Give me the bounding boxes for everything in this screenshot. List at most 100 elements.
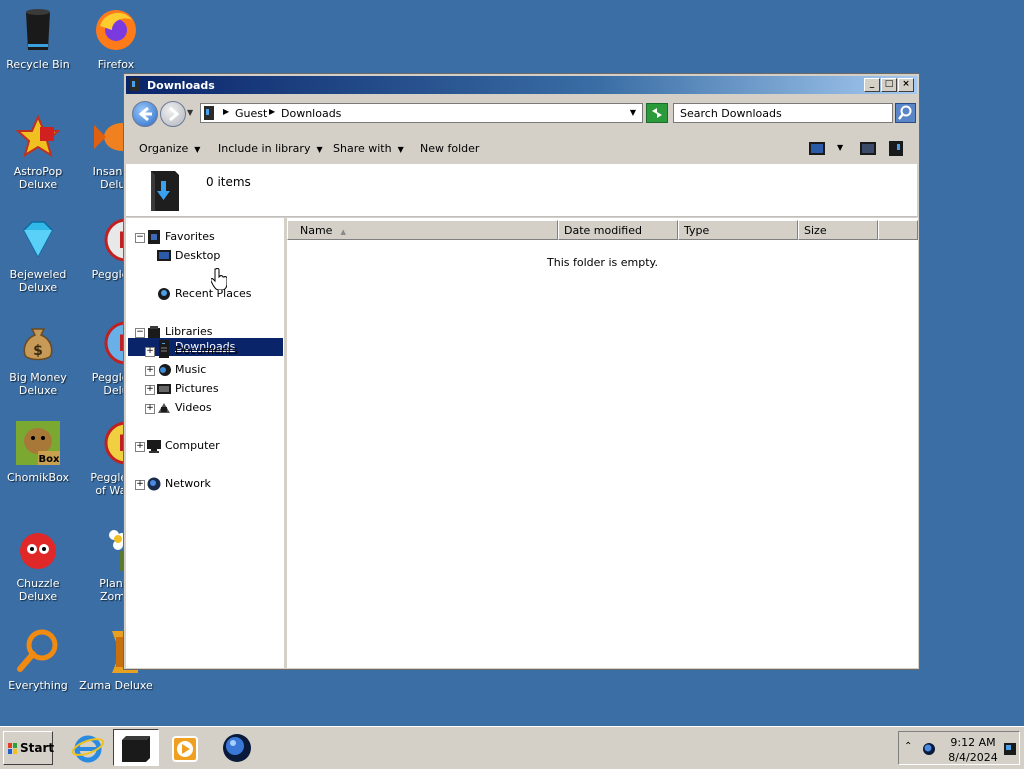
- nav-item-music[interactable]: Music: [157, 361, 206, 379]
- new-folder-button[interactable]: New folder: [420, 142, 479, 155]
- breadcrumb-item-guest[interactable]: Guest: [235, 107, 267, 120]
- computer-icon: [147, 440, 161, 453]
- videos-icon: [158, 403, 170, 413]
- expand-videos-icon[interactable]: +: [145, 404, 155, 414]
- column-header-size[interactable]: Size: [798, 220, 878, 240]
- maximize-button[interactable]: □: [881, 78, 897, 92]
- show-desktop-icon[interactable]: [1004, 743, 1016, 755]
- desktop-icon-recycle-bin[interactable]: Recycle Bin: [0, 6, 76, 71]
- nav-item-pictures[interactable]: Pictures: [157, 380, 219, 398]
- change-view-icon[interactable]: [809, 142, 825, 155]
- explorer-icon: [122, 736, 150, 762]
- desktop-icon-chuzzle[interactable]: Chuzzle Deluxe: [0, 525, 76, 603]
- desktop-icon-chomikbox[interactable]: Box ChomikBox: [0, 419, 76, 484]
- recent-pages-dropdown-icon[interactable]: ▼: [187, 108, 193, 117]
- view-options-dropdown-icon[interactable]: ▼: [837, 143, 843, 152]
- dropdown-arrow-icon: ▼: [316, 145, 323, 154]
- bejeweled-icon: [23, 221, 53, 258]
- breadcrumb-chevron-icon[interactable]: ▶: [269, 107, 275, 116]
- taskbar-network-globe[interactable]: [220, 732, 254, 764]
- clock-time[interactable]: 9:12 AM: [948, 736, 998, 749]
- windows-logo-icon: [8, 743, 17, 754]
- money-bag-icon: $: [23, 328, 53, 361]
- back-button[interactable]: [132, 101, 158, 127]
- nav-item-desktop[interactable]: Desktop: [157, 247, 220, 265]
- documents-icon: [159, 344, 169, 358]
- network-status-icon[interactable]: [921, 741, 937, 757]
- search-input[interactable]: Search Downloads: [673, 103, 893, 123]
- recent-places-icon: [158, 288, 170, 300]
- include-in-library-button[interactable]: Include in library ▼: [218, 142, 323, 155]
- network-globe-icon: [223, 734, 251, 762]
- nav-item-libraries[interactable]: Libraries: [147, 323, 213, 341]
- nav-item-documents[interactable]: Documents: [157, 342, 238, 360]
- column-header-type[interactable]: Type: [678, 220, 798, 240]
- expand-music-icon[interactable]: +: [145, 366, 155, 376]
- media-player-icon: [172, 736, 198, 762]
- dropdown-arrow-icon: ▼: [397, 145, 404, 154]
- pictures-icon: [157, 384, 171, 394]
- breadcrumb-item-downloads[interactable]: Downloads: [281, 107, 341, 120]
- sort-ascending-icon: ▲: [340, 228, 346, 236]
- nav-item-computer[interactable]: Computer: [147, 437, 220, 455]
- search-button[interactable]: [895, 103, 916, 123]
- share-with-button[interactable]: Share with ▼: [333, 142, 404, 155]
- nav-item-recent-places[interactable]: Recent Places: [157, 285, 252, 303]
- system-tray: ⌃ 9:12 AM 8/4/2024: [898, 731, 1020, 765]
- desktop-icon-label: Zuma Deluxe: [79, 679, 153, 692]
- svg-text:$: $: [33, 343, 43, 359]
- nav-item-network[interactable]: Network: [147, 475, 211, 493]
- start-label: Start: [20, 741, 55, 755]
- folder-window-icon: [130, 78, 140, 91]
- expand-documents-icon[interactable]: +: [145, 347, 155, 357]
- desktop-icon-big-money[interactable]: $ Big Money Deluxe: [0, 319, 76, 397]
- column-header-name[interactable]: Name ▲: [287, 220, 558, 240]
- address-bar[interactable]: ▶ Guest ▶ Downloads ▼: [200, 103, 643, 123]
- nav-item-favorites[interactable]: Favorites: [147, 228, 215, 246]
- close-button[interactable]: ×: [898, 78, 914, 92]
- expand-network-icon[interactable]: +: [135, 480, 145, 490]
- taskbar-explorer-active[interactable]: [113, 729, 159, 766]
- desktop-icon-everything[interactable]: Everything: [0, 627, 76, 692]
- network-globe-icon: [147, 477, 161, 491]
- desktop-icon-label: Recycle Bin: [6, 58, 70, 71]
- collapse-favorites-icon[interactable]: −: [135, 233, 145, 243]
- breadcrumb-chevron-icon[interactable]: ▶: [223, 107, 229, 116]
- item-count: 0 items: [206, 175, 251, 189]
- expand-computer-icon[interactable]: +: [135, 442, 145, 452]
- music-icon: [159, 364, 171, 376]
- file-list[interactable]: Name ▲ Date modified Type Size This folde…: [287, 218, 918, 668]
- minimize-button[interactable]: _: [864, 78, 880, 92]
- refresh-button[interactable]: [646, 103, 668, 123]
- favorites-star-icon: [148, 230, 160, 244]
- astropop-icon: [15, 114, 61, 158]
- explorer-window[interactable]: Downloads _ □ × ▼ ▶ Guest ▶ Downloads ▼: [123, 73, 920, 670]
- expand-pictures-icon[interactable]: +: [145, 385, 155, 395]
- clock-date[interactable]: 8/4/2024: [948, 751, 998, 764]
- desktop-icon-label: Big Money Deluxe: [9, 371, 67, 397]
- desktop-icon-label: AstroPop Deluxe: [13, 165, 63, 191]
- nav-item-videos[interactable]: Videos: [157, 399, 212, 417]
- forward-button[interactable]: [160, 101, 186, 127]
- desktop-icon-bejeweled[interactable]: Bejeweled Deluxe: [0, 216, 76, 294]
- column-header-date-modified[interactable]: Date modified: [558, 220, 678, 240]
- dropdown-arrow-icon: ▼: [194, 145, 201, 154]
- desktop-icon: [157, 250, 171, 261]
- taskbar-internet-explorer[interactable]: [71, 732, 105, 764]
- address-history-dropdown-icon[interactable]: ▼: [630, 108, 636, 117]
- chuzzle-icon: [20, 533, 56, 569]
- desktop-icon-label: Firefox: [97, 58, 135, 71]
- title-bar[interactable]: Downloads _ □ ×: [126, 76, 917, 94]
- start-button[interactable]: Start: [3, 731, 55, 765]
- help-icon[interactable]: [889, 141, 903, 156]
- preview-pane-icon[interactable]: [860, 142, 876, 155]
- desktop-icon-firefox[interactable]: Firefox: [78, 6, 154, 71]
- organize-button[interactable]: Organize ▼: [139, 142, 200, 155]
- desktop-icon-astropop[interactable]: AstroPop Deluxe: [0, 113, 76, 191]
- internet-explorer-icon: [71, 735, 105, 763]
- refresh-icon: [652, 108, 662, 118]
- show-hidden-icons-chevron-icon[interactable]: ⌃: [904, 741, 912, 752]
- firefox-icon: [96, 10, 136, 50]
- collapse-libraries-icon[interactable]: −: [135, 328, 145, 338]
- taskbar-media-player[interactable]: [169, 732, 203, 764]
